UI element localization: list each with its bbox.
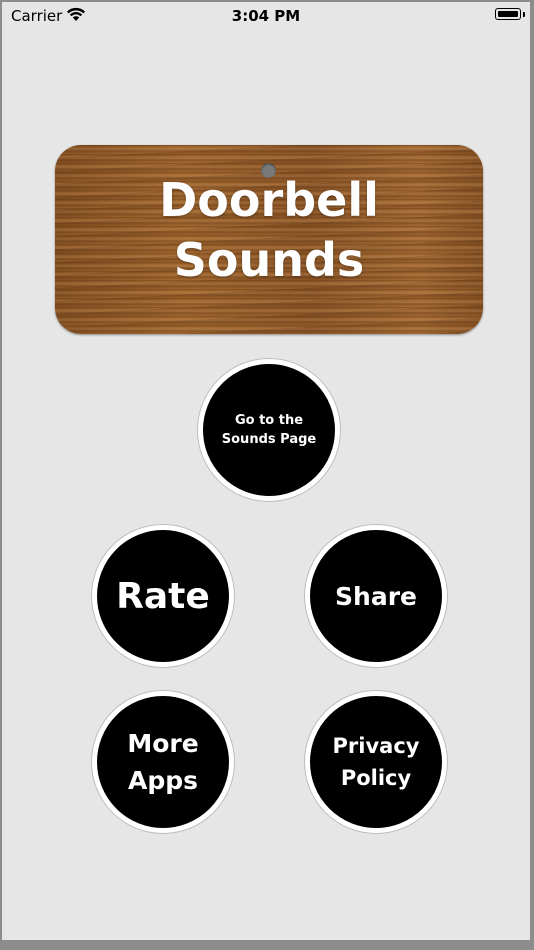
- privacy-policy-label: Privacy Policy: [332, 734, 420, 790]
- rate-button[interactable]: Rate: [92, 525, 234, 667]
- more-apps-button[interactable]: More Apps: [92, 691, 234, 833]
- battery-level: [498, 11, 518, 17]
- share-button[interactable]: Share: [305, 525, 447, 667]
- privacy-policy-button[interactable]: Privacy Policy: [305, 691, 447, 833]
- battery-icon: [495, 8, 521, 20]
- more-apps-label: More Apps: [127, 729, 199, 795]
- app-screen: Carrier 3:04 PM Doorbell Sounds Go to th…: [0, 0, 534, 950]
- status-bar: Carrier 3:04 PM: [2, 2, 530, 32]
- battery-nub: [523, 12, 525, 17]
- sounds-page-label: Go to the Sounds Page: [221, 413, 317, 447]
- sounds-page-button[interactable]: Go to the Sounds Page: [198, 359, 340, 501]
- rate-label: Rate: [116, 575, 210, 617]
- clock: 3:04 PM: [231, 7, 301, 25]
- page-title: Doorbell Sounds: [159, 173, 379, 287]
- share-label: Share: [335, 581, 417, 611]
